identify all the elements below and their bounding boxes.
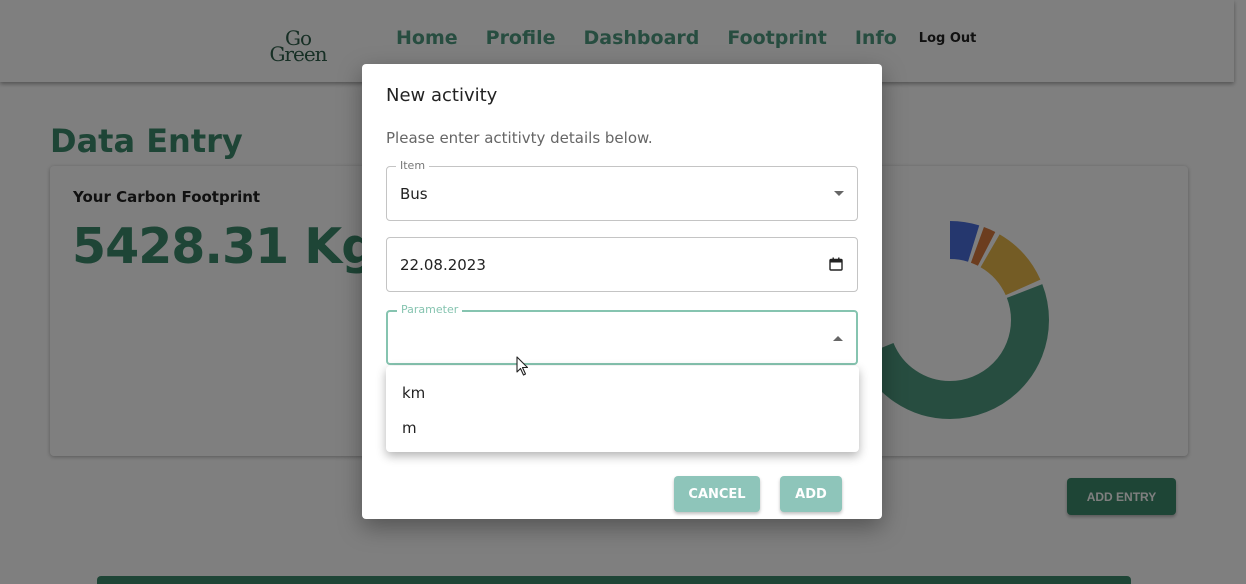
item-select[interactable]: Item Bus [386,159,858,221]
item-value: Bus [400,185,428,203]
menu-item-m[interactable]: m [402,419,417,437]
chevron-up-icon [833,336,843,341]
parameter-select[interactable]: Parameter [386,303,858,365]
cancel-button[interactable]: CANCEL [674,476,760,512]
add-button[interactable]: ADD [780,476,842,512]
menu-item-km[interactable]: km [402,384,425,402]
mouse-pointer-icon [516,356,529,376]
calendar-icon[interactable] [829,257,843,271]
new-activity-dialog: New activity Please enter actitivty deta… [362,64,882,519]
dialog-title: New activity [386,85,498,106]
dialog-description: Please enter actitivty details below. [386,129,653,147]
date-input[interactable]: 22.08.2023 [386,237,858,292]
parameter-options-menu: km m [386,366,859,452]
date-value: 22.08.2023 [400,256,486,274]
chevron-down-icon [834,191,844,196]
item-label: Item [396,159,430,172]
parameter-label: Parameter [397,303,463,316]
